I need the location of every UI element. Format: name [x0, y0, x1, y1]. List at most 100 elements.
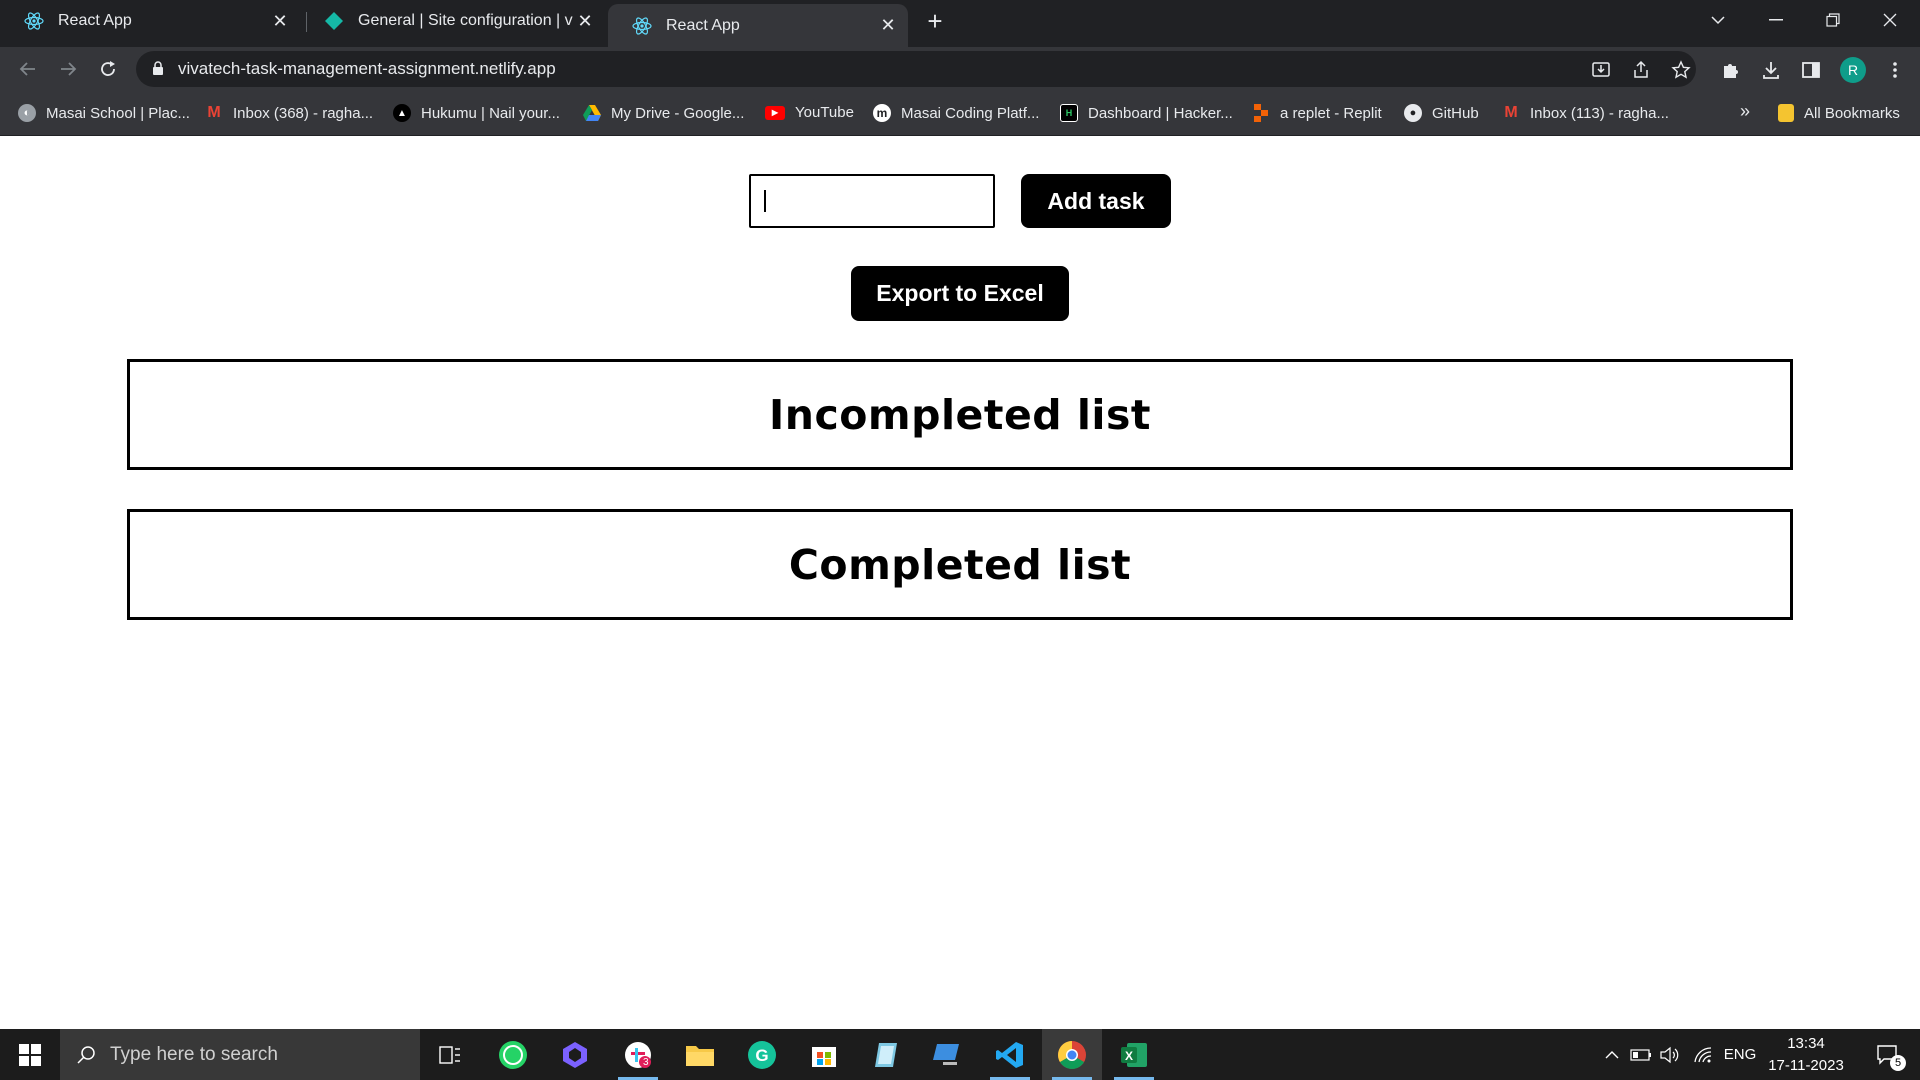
forward-arrow-icon[interactable]	[52, 53, 84, 85]
system-clock[interactable]: 13:34 17-11-2023	[1762, 1033, 1850, 1077]
url-text[interactable]: vivatech-task-management-assignment.netl…	[178, 59, 556, 79]
slack-icon[interactable]: 3	[608, 1029, 668, 1080]
language-indicator[interactable]: ENG	[1720, 1029, 1760, 1080]
youtube-icon: ▶	[765, 105, 785, 120]
page-content: Add task Export to Excel Incompleted lis…	[0, 136, 1920, 1029]
back-arrow-icon[interactable]	[12, 53, 44, 85]
browser-toolbar: vivatech-task-management-assignment.netl…	[0, 47, 1920, 92]
search-icon	[76, 1045, 96, 1065]
tab-react-app-1[interactable]: React App ✕	[0, 0, 300, 42]
masai-coding-icon: m	[873, 104, 891, 122]
bookmark-label: My Drive - Google...	[611, 104, 745, 122]
slack-badge: 3	[643, 1057, 649, 1068]
browser-tab-bar: React App ✕ General | Site configuration…	[0, 0, 1920, 47]
hackerrank-icon: H	[1060, 104, 1078, 122]
bookmark-label: GitHub	[1432, 104, 1479, 122]
address-bar[interactable]: vivatech-task-management-assignment.netl…	[136, 51, 1696, 87]
reload-icon[interactable]	[92, 53, 124, 85]
hukumu-icon: ▲	[393, 104, 411, 122]
clock-time: 13:34	[1787, 1035, 1825, 1052]
all-bookmarks-button[interactable]: All Bookmarks	[1778, 104, 1900, 122]
svg-text:X: X	[1125, 1049, 1133, 1063]
bookmark-hackerrank[interactable]: H Dashboard | Hacker...	[1060, 104, 1233, 122]
react-icon	[632, 16, 652, 36]
task-view-icon[interactable]	[420, 1029, 480, 1080]
extensions-puzzle-icon[interactable]	[1718, 57, 1744, 83]
grammarly-icon[interactable]: G	[732, 1029, 792, 1080]
notification-count-badge: 5	[1890, 1055, 1906, 1071]
export-to-excel-button[interactable]: Export to Excel	[851, 266, 1069, 321]
bookmark-label: YouTube	[795, 104, 854, 121]
close-window-icon[interactable]	[1862, 0, 1918, 40]
microsoft-store-icon[interactable]	[794, 1029, 854, 1080]
bookmark-replit[interactable]: a replet - Replit	[1252, 104, 1382, 122]
wifi-icon[interactable]	[1690, 1029, 1716, 1080]
folder-icon	[1778, 104, 1794, 122]
text-caret	[764, 190, 766, 212]
bookmark-star-icon[interactable]	[1670, 59, 1692, 81]
clock-date: 17-11-2023	[1768, 1057, 1844, 1074]
whatsapp-icon[interactable]	[483, 1029, 543, 1080]
bookmarks-overflow-button[interactable]: »	[1740, 101, 1750, 122]
windows-start-icon[interactable]	[0, 1029, 60, 1080]
tab-search-chevron-icon[interactable]	[1690, 0, 1746, 40]
completed-list-panel: Completed list	[127, 509, 1793, 620]
taskbar-search-box[interactable]: Type here to search	[60, 1029, 420, 1080]
tab-react-app-2[interactable]: React App ✕	[608, 4, 908, 47]
bookmark-github[interactable]: ● GitHub	[1404, 104, 1479, 122]
incompleted-list-panel: Incompleted list	[127, 359, 1793, 470]
remote-desktop-icon[interactable]	[918, 1029, 978, 1080]
lock-icon[interactable]	[152, 61, 164, 81]
tray-chevron-up-icon[interactable]	[1600, 1029, 1624, 1080]
bookmark-google-drive[interactable]: My Drive - Google...	[583, 104, 744, 122]
incompleted-list-heading: Incompleted list	[769, 390, 1151, 439]
bookmark-label: Masai Coding Platf...	[901, 104, 1040, 122]
battery-icon[interactable]	[1628, 1029, 1654, 1080]
google-drive-icon	[583, 104, 601, 122]
share-icon[interactable]	[1630, 59, 1652, 81]
replit-icon	[1252, 104, 1270, 122]
new-tab-button[interactable]: +	[920, 6, 950, 36]
bookmark-masai-school[interactable]: ◐ Masai School | Plac...	[18, 104, 190, 122]
close-icon[interactable]: ✕	[268, 9, 292, 33]
bookmark-label: Masai School | Plac...	[46, 104, 190, 122]
bookmark-inbox-113[interactable]: M Inbox (113) - ragha...	[1502, 104, 1669, 122]
install-app-icon[interactable]	[1590, 59, 1612, 81]
gmail-icon: M	[1504, 104, 1518, 121]
notepad-icon[interactable]	[856, 1029, 916, 1080]
close-icon[interactable]: ✕	[876, 14, 900, 38]
react-icon	[24, 11, 44, 31]
profile-avatar[interactable]: R	[1840, 57, 1866, 83]
netlify-icon	[324, 11, 344, 31]
file-explorer-icon[interactable]	[670, 1029, 730, 1080]
completed-list-heading: Completed list	[788, 540, 1132, 589]
vscode-icon[interactable]	[980, 1029, 1040, 1080]
kebab-menu-icon[interactable]	[1882, 57, 1908, 83]
bookmark-label: Inbox (113) - ragha...	[1530, 104, 1669, 122]
svg-text:G: G	[755, 1046, 768, 1065]
notifications-icon[interactable]: 5	[1866, 1029, 1910, 1080]
masai-school-icon: ◐	[18, 104, 36, 122]
bookmark-youtube[interactable]: ▶ YouTube	[765, 104, 854, 121]
side-panel-icon[interactable]	[1798, 57, 1824, 83]
bookmark-label: a replet - Replit	[1280, 104, 1382, 122]
downloads-icon[interactable]	[1758, 57, 1784, 83]
restore-icon[interactable]	[1805, 0, 1861, 40]
bookmarks-bar: ◐ Masai School | Plac... M Inbox (368) -…	[0, 92, 1920, 136]
copilot-icon[interactable]	[545, 1029, 605, 1080]
github-icon: ●	[1404, 104, 1422, 122]
bookmark-masai-coding[interactable]: m Masai Coding Platf...	[873, 104, 1039, 122]
volume-icon[interactable]	[1658, 1029, 1684, 1080]
minimize-icon[interactable]	[1748, 0, 1804, 40]
add-task-button[interactable]: Add task	[1021, 174, 1171, 228]
tab-netlify-settings[interactable]: General | Site configuration | viv ✕	[300, 0, 608, 42]
excel-icon[interactable]: X	[1104, 1029, 1164, 1080]
bookmark-label: Hukumu | Nail your...	[421, 104, 560, 122]
close-icon[interactable]: ✕	[573, 9, 597, 33]
chrome-icon[interactable]	[1042, 1029, 1102, 1080]
task-input[interactable]	[749, 174, 995, 228]
bookmark-hukumu[interactable]: ▲ Hukumu | Nail your...	[393, 104, 560, 122]
tab-title: React App	[666, 16, 740, 34]
bookmark-inbox-368[interactable]: M Inbox (368) - ragha...	[205, 104, 373, 122]
bookmark-label: Dashboard | Hacker...	[1088, 104, 1233, 122]
